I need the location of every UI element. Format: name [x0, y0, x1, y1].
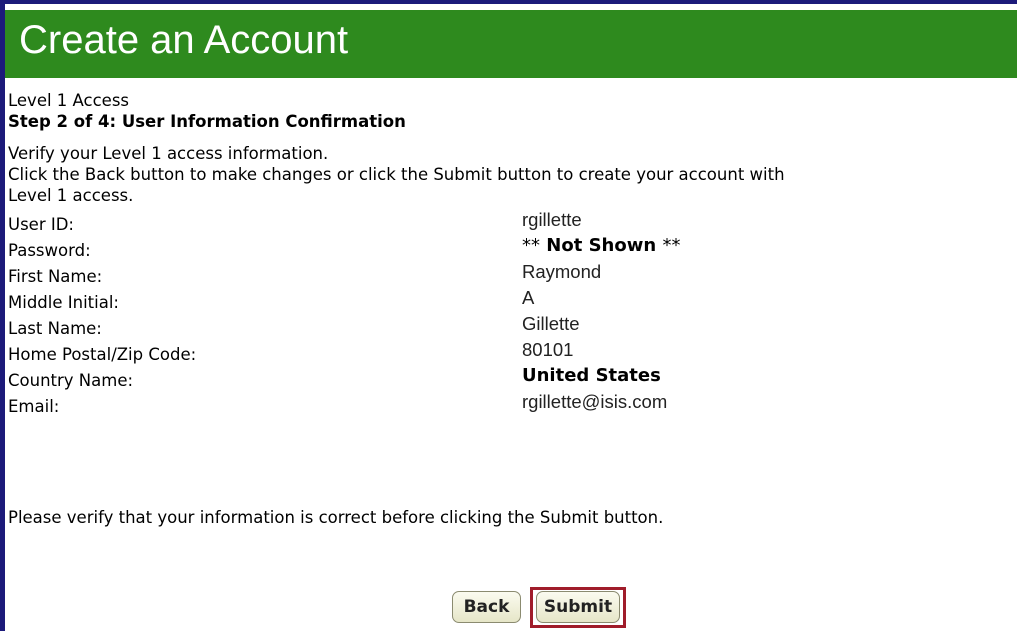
user-id-row: User ID: rgillette [8, 209, 1017, 238]
instruction-text-2: Click the Back button to make changes or… [8, 165, 785, 184]
password-row: Password: ** Not Shown ** [8, 235, 1017, 264]
last-name-row: Last Name: Gillette [8, 313, 1017, 342]
email-label: Email: [8, 397, 60, 416]
page-header: Create an Account [5, 10, 1017, 78]
last-name-label: Last Name: [8, 319, 102, 338]
middle-initial-label: Middle Initial: [8, 293, 119, 312]
verify-notice: Please verify that your information is c… [8, 508, 664, 527]
password-label: Password: [8, 241, 91, 260]
submit-button-label: Submit [543, 597, 613, 617]
back-button[interactable]: Back [452, 591, 521, 623]
instruction-text-1: Verify your Level 1 access information. [8, 144, 329, 163]
first-name-value: Raymond [522, 261, 602, 282]
password-stars-left: ** [522, 235, 540, 256]
country-label: Country Name: [8, 371, 134, 390]
user-id-value: rgillette [522, 209, 582, 230]
user-info-summary: User ID: rgillette Password: ** Not Show… [8, 209, 1017, 420]
country-value: United States [522, 365, 661, 386]
postal-code-value: 80101 [522, 339, 574, 360]
postal-code-label: Home Postal/Zip Code: [8, 345, 197, 364]
user-id-label: User ID: [8, 215, 74, 234]
postal-code-row: Home Postal/Zip Code: 80101 [8, 339, 1017, 368]
password-not-shown: Not Shown [546, 235, 657, 256]
country-row: Country Name: United States [8, 365, 1017, 394]
email-row: Email: rgillette@isis.com [8, 391, 1017, 420]
password-stars-right: ** [662, 235, 681, 256]
first-name-row: First Name: Raymond [8, 261, 1017, 290]
access-level-text: Level 1 Access [8, 91, 130, 110]
last-name-value: Gillette [522, 313, 580, 334]
email-value: rgillette@isis.com [522, 391, 668, 412]
middle-initial-value: A [522, 287, 535, 308]
step-heading: Step 2 of 4: User Information Confirmati… [8, 112, 406, 131]
middle-initial-row: Middle Initial: A [8, 287, 1017, 316]
page-title: Create an Account [19, 18, 349, 62]
first-name-label: First Name: [8, 267, 103, 286]
password-value: ** Not Shown ** [522, 233, 680, 259]
main-content: Level 1 Access Step 2 of 4: User Informa… [8, 90, 1017, 420]
submit-button[interactable]: Submit [536, 591, 620, 623]
back-button-label: Back [463, 597, 510, 617]
instruction-text-3: Level 1 access. [8, 186, 134, 205]
